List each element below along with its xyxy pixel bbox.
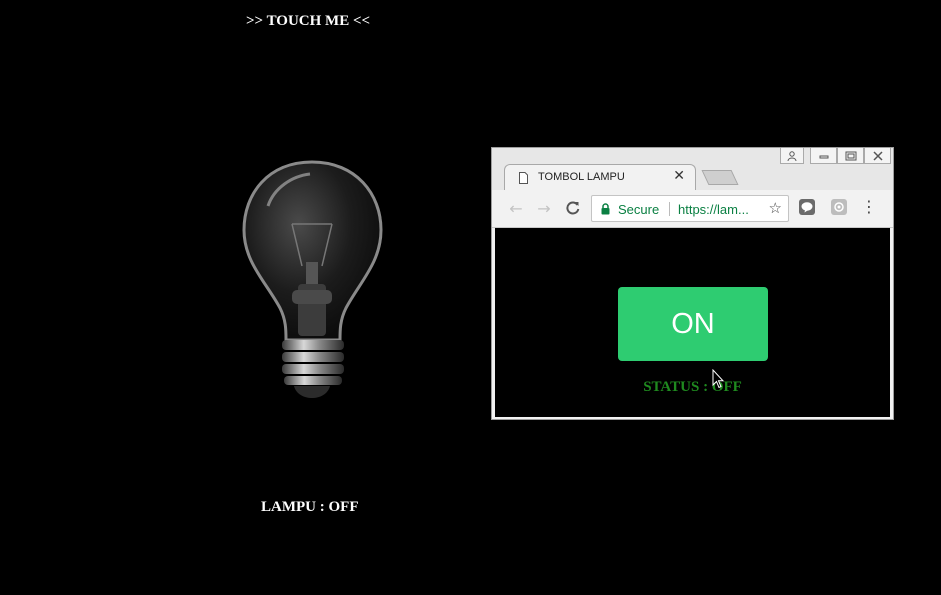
touch-me-label[interactable]: >> TOUCH ME << bbox=[246, 13, 370, 30]
status-label: STATUS : OFF bbox=[643, 379, 742, 395]
page-icon bbox=[519, 172, 528, 184]
lightbulb-icon[interactable] bbox=[240, 158, 385, 400]
line-extension-icon[interactable] bbox=[799, 199, 815, 215]
address-separator bbox=[669, 202, 670, 216]
star-icon[interactable]: ☆ bbox=[769, 199, 782, 217]
tab-title: TOMBOL LAMPU bbox=[538, 171, 625, 183]
lock-icon bbox=[601, 203, 610, 215]
on-button[interactable]: ON bbox=[618, 287, 768, 361]
address-bar[interactable]: Secure https://lam... ☆ bbox=[591, 195, 789, 222]
lamp-status-label: LAMPU : OFF bbox=[261, 499, 359, 515]
close-icon[interactable]: ✕ bbox=[673, 168, 685, 184]
browser-titlebar: TOMBOL LAMPU ✕ bbox=[492, 148, 893, 191]
new-tab-button[interactable] bbox=[701, 170, 739, 185]
extension-icon[interactable] bbox=[831, 199, 847, 215]
browser-tab[interactable]: TOMBOL LAMPU ✕ bbox=[504, 164, 696, 191]
browser-window: TOMBOL LAMPU ✕ ← → Secure https://lam...… bbox=[491, 147, 894, 420]
restore-icon[interactable] bbox=[837, 148, 864, 164]
secure-label: Secure bbox=[618, 202, 660, 217]
menu-icon[interactable]: ⋮ bbox=[861, 198, 877, 216]
forward-icon[interactable]: → bbox=[535, 199, 553, 218]
window-controls bbox=[780, 148, 891, 165]
page-content: ON STATUS : OFF bbox=[495, 228, 890, 417]
browser-toolbar: ← → Secure https://lam... ☆ ⋮ bbox=[492, 190, 893, 228]
url-text[interactable]: https://lam... bbox=[678, 202, 749, 217]
window-close-icon[interactable] bbox=[864, 148, 891, 164]
reload-icon[interactable] bbox=[564, 199, 582, 217]
profile-icon[interactable] bbox=[780, 148, 804, 164]
minimize-icon[interactable] bbox=[810, 148, 837, 164]
cursor-icon bbox=[712, 369, 724, 389]
back-icon[interactable]: ← bbox=[507, 199, 525, 218]
